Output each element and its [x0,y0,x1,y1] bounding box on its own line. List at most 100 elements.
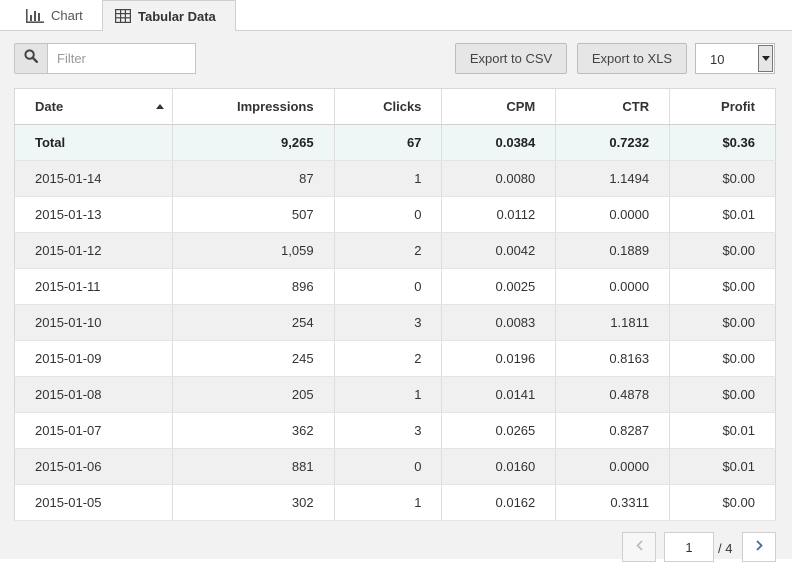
table-cell: 2015-01-12 [14,232,173,269]
filter-input[interactable] [47,43,196,74]
table-cell: 2015-01-09 [14,340,173,377]
table-cell: $0.01 [669,412,776,449]
page-total-label: / 4 [718,541,733,556]
table-cell: $0.01 [669,448,776,485]
table-cell: 9,265 [172,124,335,161]
table-cell: 881 [172,448,335,485]
table-cell: 0.0112 [441,196,557,233]
previous-page-button[interactable] [622,532,656,562]
table-cell: 2015-01-11 [14,268,173,305]
table-cell: 0.0141 [441,376,557,413]
table-row[interactable]: 2015-01-11 896 0 0.0025 0.0000 $0.00 [14,268,776,305]
table-row[interactable]: 2015-01-07 362 3 0.0265 0.8287 $0.01 [14,412,776,449]
table-cell: 2015-01-13 [14,196,173,233]
table-cell: 0.0384 [441,124,557,161]
table-cell: $0.00 [669,304,776,341]
table-cell: 2015-01-08 [14,376,173,413]
tab-tabular-data[interactable]: Tabular Data [102,0,236,32]
table-cell: 87 [172,160,335,197]
table-cell: 0 [334,448,443,485]
table-cell: 1.1811 [555,304,671,341]
table-row[interactable]: 2015-01-09 245 2 0.0196 0.8163 $0.00 [14,340,776,377]
table-cell: 2 [334,340,443,377]
search-button[interactable] [14,43,47,74]
table-cell: Total [14,124,173,161]
table-cell: 507 [172,196,335,233]
table-cell: 1,059 [172,232,335,269]
table-cell: 0.0000 [555,268,671,305]
table-cell: 302 [172,484,335,521]
table-cell: 0.0000 [555,448,671,485]
table-cell: 2015-01-10 [14,304,173,341]
dropdown-arrow-icon[interactable] [758,45,773,72]
next-page-button[interactable] [742,532,776,562]
table-cell: $0.00 [669,376,776,413]
page-size-select[interactable]: 10 [695,43,775,74]
table-cell: 0.0265 [441,412,557,449]
column-header-ctr[interactable]: CTR [555,88,671,125]
table-row[interactable]: 2015-01-06 881 0 0.0160 0.0000 $0.01 [14,448,776,485]
column-header-date[interactable]: Date [14,88,173,125]
chevron-right-icon [755,538,763,556]
table-cell: 67 [334,124,443,161]
table-row[interactable]: 2015-01-10 254 3 0.0083 1.1811 $0.00 [14,304,776,341]
table-cell: 3 [334,304,443,341]
export-csv-button[interactable]: Export to CSV [455,43,567,74]
table-cell: 0.8287 [555,412,671,449]
table-cell: 0.0000 [555,196,671,233]
column-header-profit[interactable]: Profit [669,88,776,125]
tab-chart[interactable]: Chart [14,0,100,31]
table-total-row: Total 9,265 67 0.0384 0.7232 $0.36 [14,124,776,161]
table-row[interactable]: 2015-01-08 205 1 0.0141 0.4878 $0.00 [14,376,776,413]
table-cell: $0.00 [669,232,776,269]
chevron-left-icon [635,538,643,556]
table-cell: 1 [334,376,443,413]
table-cell: 0.0160 [441,448,557,485]
bar-chart-icon [26,8,44,23]
table-row[interactable]: 2015-01-05 302 1 0.0162 0.3311 $0.00 [14,484,776,521]
column-header-cpm[interactable]: CPM [441,88,557,125]
table-cell: 254 [172,304,335,341]
sort-ascending-icon [155,104,164,109]
table-cell: 3 [334,412,443,449]
table-cell: 0.0025 [441,268,557,305]
data-table: Date Impressions Clicks CPM CTR Profit T… [14,88,776,521]
table-cell: $0.00 [669,340,776,377]
table-cell: 1.1494 [555,160,671,197]
table-cell: 2 [334,232,443,269]
table-header-row: Date Impressions Clicks CPM CTR Profit [14,88,776,125]
table-cell: 1 [334,484,443,521]
column-header-impressions[interactable]: Impressions [172,88,335,125]
page-size-value: 10 [710,52,725,67]
table-cell: 896 [172,268,335,305]
column-header-clicks[interactable]: Clicks [334,88,443,125]
table-cell: 0.3311 [555,484,671,521]
table-cell: 0.0196 [441,340,557,377]
table-cell: $0.00 [669,160,776,197]
table-cell: 0.0042 [441,232,557,269]
table-icon [115,9,131,23]
table-cell: 0.0080 [441,160,557,197]
table-cell: 0.8163 [555,340,671,377]
table-row[interactable]: 2015-01-13 507 0 0.0112 0.0000 $0.01 [14,196,776,233]
table-cell: 0 [334,196,443,233]
table-cell: 245 [172,340,335,377]
table-cell: 205 [172,376,335,413]
table-cell: 2015-01-07 [14,412,173,449]
table-cell: 0.1889 [555,232,671,269]
table-cell: 0.4878 [555,376,671,413]
export-xls-button[interactable]: Export to XLS [577,43,687,74]
table-row[interactable]: 2015-01-12 1,059 2 0.0042 0.1889 $0.00 [14,232,776,269]
table-cell: 0 [334,268,443,305]
table-cell: $0.36 [669,124,776,161]
table-cell: 2015-01-05 [14,484,173,521]
column-header-label: Date [35,99,64,114]
page-number-input[interactable]: 1 [664,532,714,562]
table-row[interactable]: 2015-01-14 87 1 0.0080 1.1494 $0.00 [14,160,776,197]
table-cell: 1 [334,160,443,197]
table-cell: 0.7232 [555,124,671,161]
tab-tabular-data-label: Tabular Data [138,8,216,24]
search-icon [24,49,39,68]
table-cell: 2015-01-06 [14,448,173,485]
table-cell: $0.01 [669,196,776,233]
